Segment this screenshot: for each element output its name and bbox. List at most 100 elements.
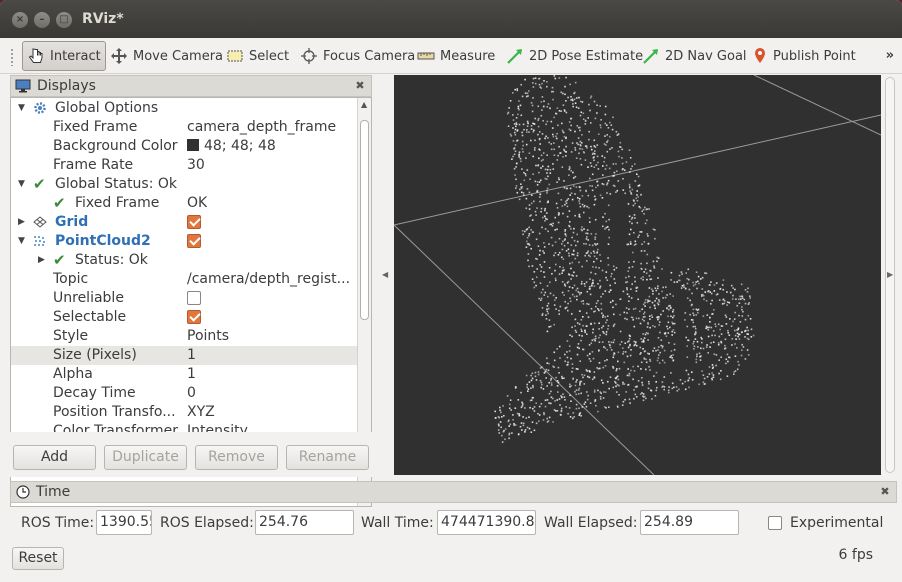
- tree-row-unreliable[interactable]: Unreliable: [11, 289, 357, 308]
- toolbar-grip[interactable]: [10, 48, 14, 66]
- tree-row-background-color[interactable]: Background Color 48; 48; 48: [11, 137, 357, 156]
- tree-row-value-wrap[interactable]: 48; 48; 48: [187, 138, 276, 154]
- ros-time-field[interactable]: 1390.55: [96, 510, 152, 535]
- cloud-point: [593, 285, 596, 287]
- cloud-point: [558, 237, 561, 240]
- selectable-checkbox[interactable]: [187, 310, 201, 326]
- cloud-point: [660, 339, 663, 341]
- cloud-point: [633, 344, 636, 347]
- window-maximize-button[interactable]: □: [56, 12, 72, 28]
- tree-row-pointcloud2[interactable]: ▼ PointCloud2: [11, 232, 357, 251]
- cloud-point: [633, 232, 635, 234]
- cloud-point: [587, 166, 589, 168]
- tree-row-value[interactable]: XYZ: [187, 404, 215, 420]
- ros-elapsed-field[interactable]: 254.76: [255, 510, 354, 535]
- cloud-point: [564, 399, 566, 401]
- tree-row-global-status[interactable]: ▼ ✔ Global Status: Ok: [11, 175, 357, 194]
- cloud-point: [598, 309, 600, 312]
- cloud-point: [544, 137, 546, 140]
- cloud-point: [692, 321, 694, 324]
- remove-display-button[interactable]: Remove: [195, 445, 278, 470]
- cloud-point: [630, 297, 633, 299]
- cloud-point: [608, 387, 610, 390]
- tool-move-camera[interactable]: Move Camera: [106, 41, 227, 71]
- scrollbar-thumb[interactable]: [360, 120, 369, 320]
- checkbox-checked[interactable]: [187, 215, 201, 229]
- expand-arrow-icon[interactable]: ▼: [18, 179, 28, 189]
- window-minimize-button[interactable]: –: [34, 12, 50, 28]
- rename-display-button[interactable]: Rename: [286, 445, 369, 470]
- cloud-point: [701, 295, 703, 297]
- cloud-point: [734, 311, 736, 314]
- time-close-button[interactable]: ✖: [878, 485, 892, 499]
- cloud-point: [626, 374, 629, 377]
- tool-2d-pose-estimate[interactable]: 2D Pose Estimate: [502, 41, 647, 71]
- cloud-point: [516, 412, 519, 415]
- tree-row-value[interactable]: 0: [187, 385, 196, 401]
- tree-row-grid[interactable]: ▶ Grid: [11, 213, 357, 232]
- collapse-arrow-icon[interactable]: ▶: [38, 255, 48, 265]
- tree-row-position-transformer[interactable]: Position Transfo... XYZ: [11, 403, 357, 422]
- collapse-arrow-icon[interactable]: ▶: [18, 217, 28, 227]
- cloud-point: [530, 125, 533, 127]
- expand-arrow-icon[interactable]: ▼: [18, 236, 28, 246]
- wall-time-field[interactable]: 474471390.85: [437, 510, 536, 535]
- reset-button[interactable]: Reset: [12, 547, 64, 570]
- tool-select[interactable]: Select: [222, 41, 293, 71]
- wall-elapsed-field[interactable]: 254.89: [640, 510, 739, 535]
- tree-row-selectable[interactable]: Selectable: [11, 308, 357, 327]
- duplicate-display-button[interactable]: Duplicate: [104, 445, 187, 470]
- cloud-point: [632, 319, 634, 321]
- right-splitter[interactable]: ▶: [883, 75, 897, 475]
- title-bar: × – □ RViz*: [0, 0, 902, 38]
- tool-2d-nav-goal[interactable]: 2D Nav Goal: [638, 41, 751, 71]
- tool-focus-camera[interactable]: Focus Camera: [296, 41, 419, 71]
- expand-right-arrow-icon[interactable]: ▶: [887, 270, 893, 279]
- displays-close-button[interactable]: ✖: [353, 79, 367, 93]
- enable-checkbox[interactable]: [187, 234, 201, 250]
- tool-interact[interactable]: Interact: [22, 41, 106, 71]
- tree-row-decay-time[interactable]: Decay Time 0: [11, 384, 357, 403]
- scroll-up-arrow-icon[interactable]: ▲: [361, 100, 367, 109]
- cloud-point: [525, 207, 528, 210]
- window-close-button[interactable]: ×: [12, 12, 28, 28]
- tree-row-alpha[interactable]: Alpha 1: [11, 365, 357, 384]
- checkbox-checked[interactable]: [187, 234, 201, 248]
- tree-row-global-options[interactable]: ▼ Global Options: [11, 99, 357, 118]
- tree-row-value[interactable]: 30: [187, 157, 205, 173]
- render-view-3d[interactable]: [394, 75, 881, 475]
- tool-publish-point[interactable]: Publish Point: [748, 41, 860, 71]
- cloud-point: [572, 417, 574, 420]
- toolbar-overflow-button[interactable]: »: [886, 48, 894, 63]
- tree-row-frame-rate[interactable]: Frame Rate 30: [11, 156, 357, 175]
- tool-measure[interactable]: Measure: [413, 41, 499, 71]
- left-splitter[interactable]: ◀: [378, 75, 392, 475]
- unreliable-checkbox[interactable]: [187, 291, 201, 307]
- cloud-point: [736, 304, 738, 307]
- tree-row-status-fixed-frame[interactable]: ✔ Fixed Frame OK: [11, 194, 357, 213]
- tree-row-topic[interactable]: Topic /camera/depth_regist...: [11, 270, 357, 289]
- tree-row-value[interactable]: Points: [187, 328, 229, 344]
- checkbox-unchecked[interactable]: [187, 291, 201, 305]
- cloud-point: [579, 412, 582, 414]
- expand-arrow-icon[interactable]: ▼: [18, 103, 28, 113]
- tree-row-value[interactable]: 1: [187, 347, 196, 363]
- experimental-checkbox[interactable]: [768, 516, 782, 530]
- cloud-point: [544, 399, 547, 402]
- cloud-point: [626, 287, 628, 289]
- collapse-left-arrow-icon[interactable]: ◀: [382, 270, 388, 279]
- tree-row-fixed-frame[interactable]: Fixed Frame camera_depth_frame: [11, 118, 357, 137]
- tree-row-status-ok[interactable]: ▶ ✔ Status: Ok: [11, 251, 357, 270]
- tree-row-size-pixels[interactable]: Size (Pixels) 1: [11, 346, 357, 365]
- cloud-point: [577, 143, 579, 146]
- cloud-point: [645, 368, 647, 371]
- tree-row-style[interactable]: Style Points: [11, 327, 357, 346]
- add-display-button[interactable]: Add: [13, 445, 96, 470]
- enable-checkbox[interactable]: [187, 215, 201, 231]
- tree-row-value[interactable]: /camera/depth_regist...: [187, 271, 350, 287]
- checkbox-checked[interactable]: [187, 310, 201, 324]
- cloud-point: [536, 184, 539, 186]
- cloud-point: [535, 276, 538, 278]
- tree-row-value[interactable]: camera_depth_frame: [187, 119, 336, 135]
- tree-row-value[interactable]: 1: [187, 366, 196, 382]
